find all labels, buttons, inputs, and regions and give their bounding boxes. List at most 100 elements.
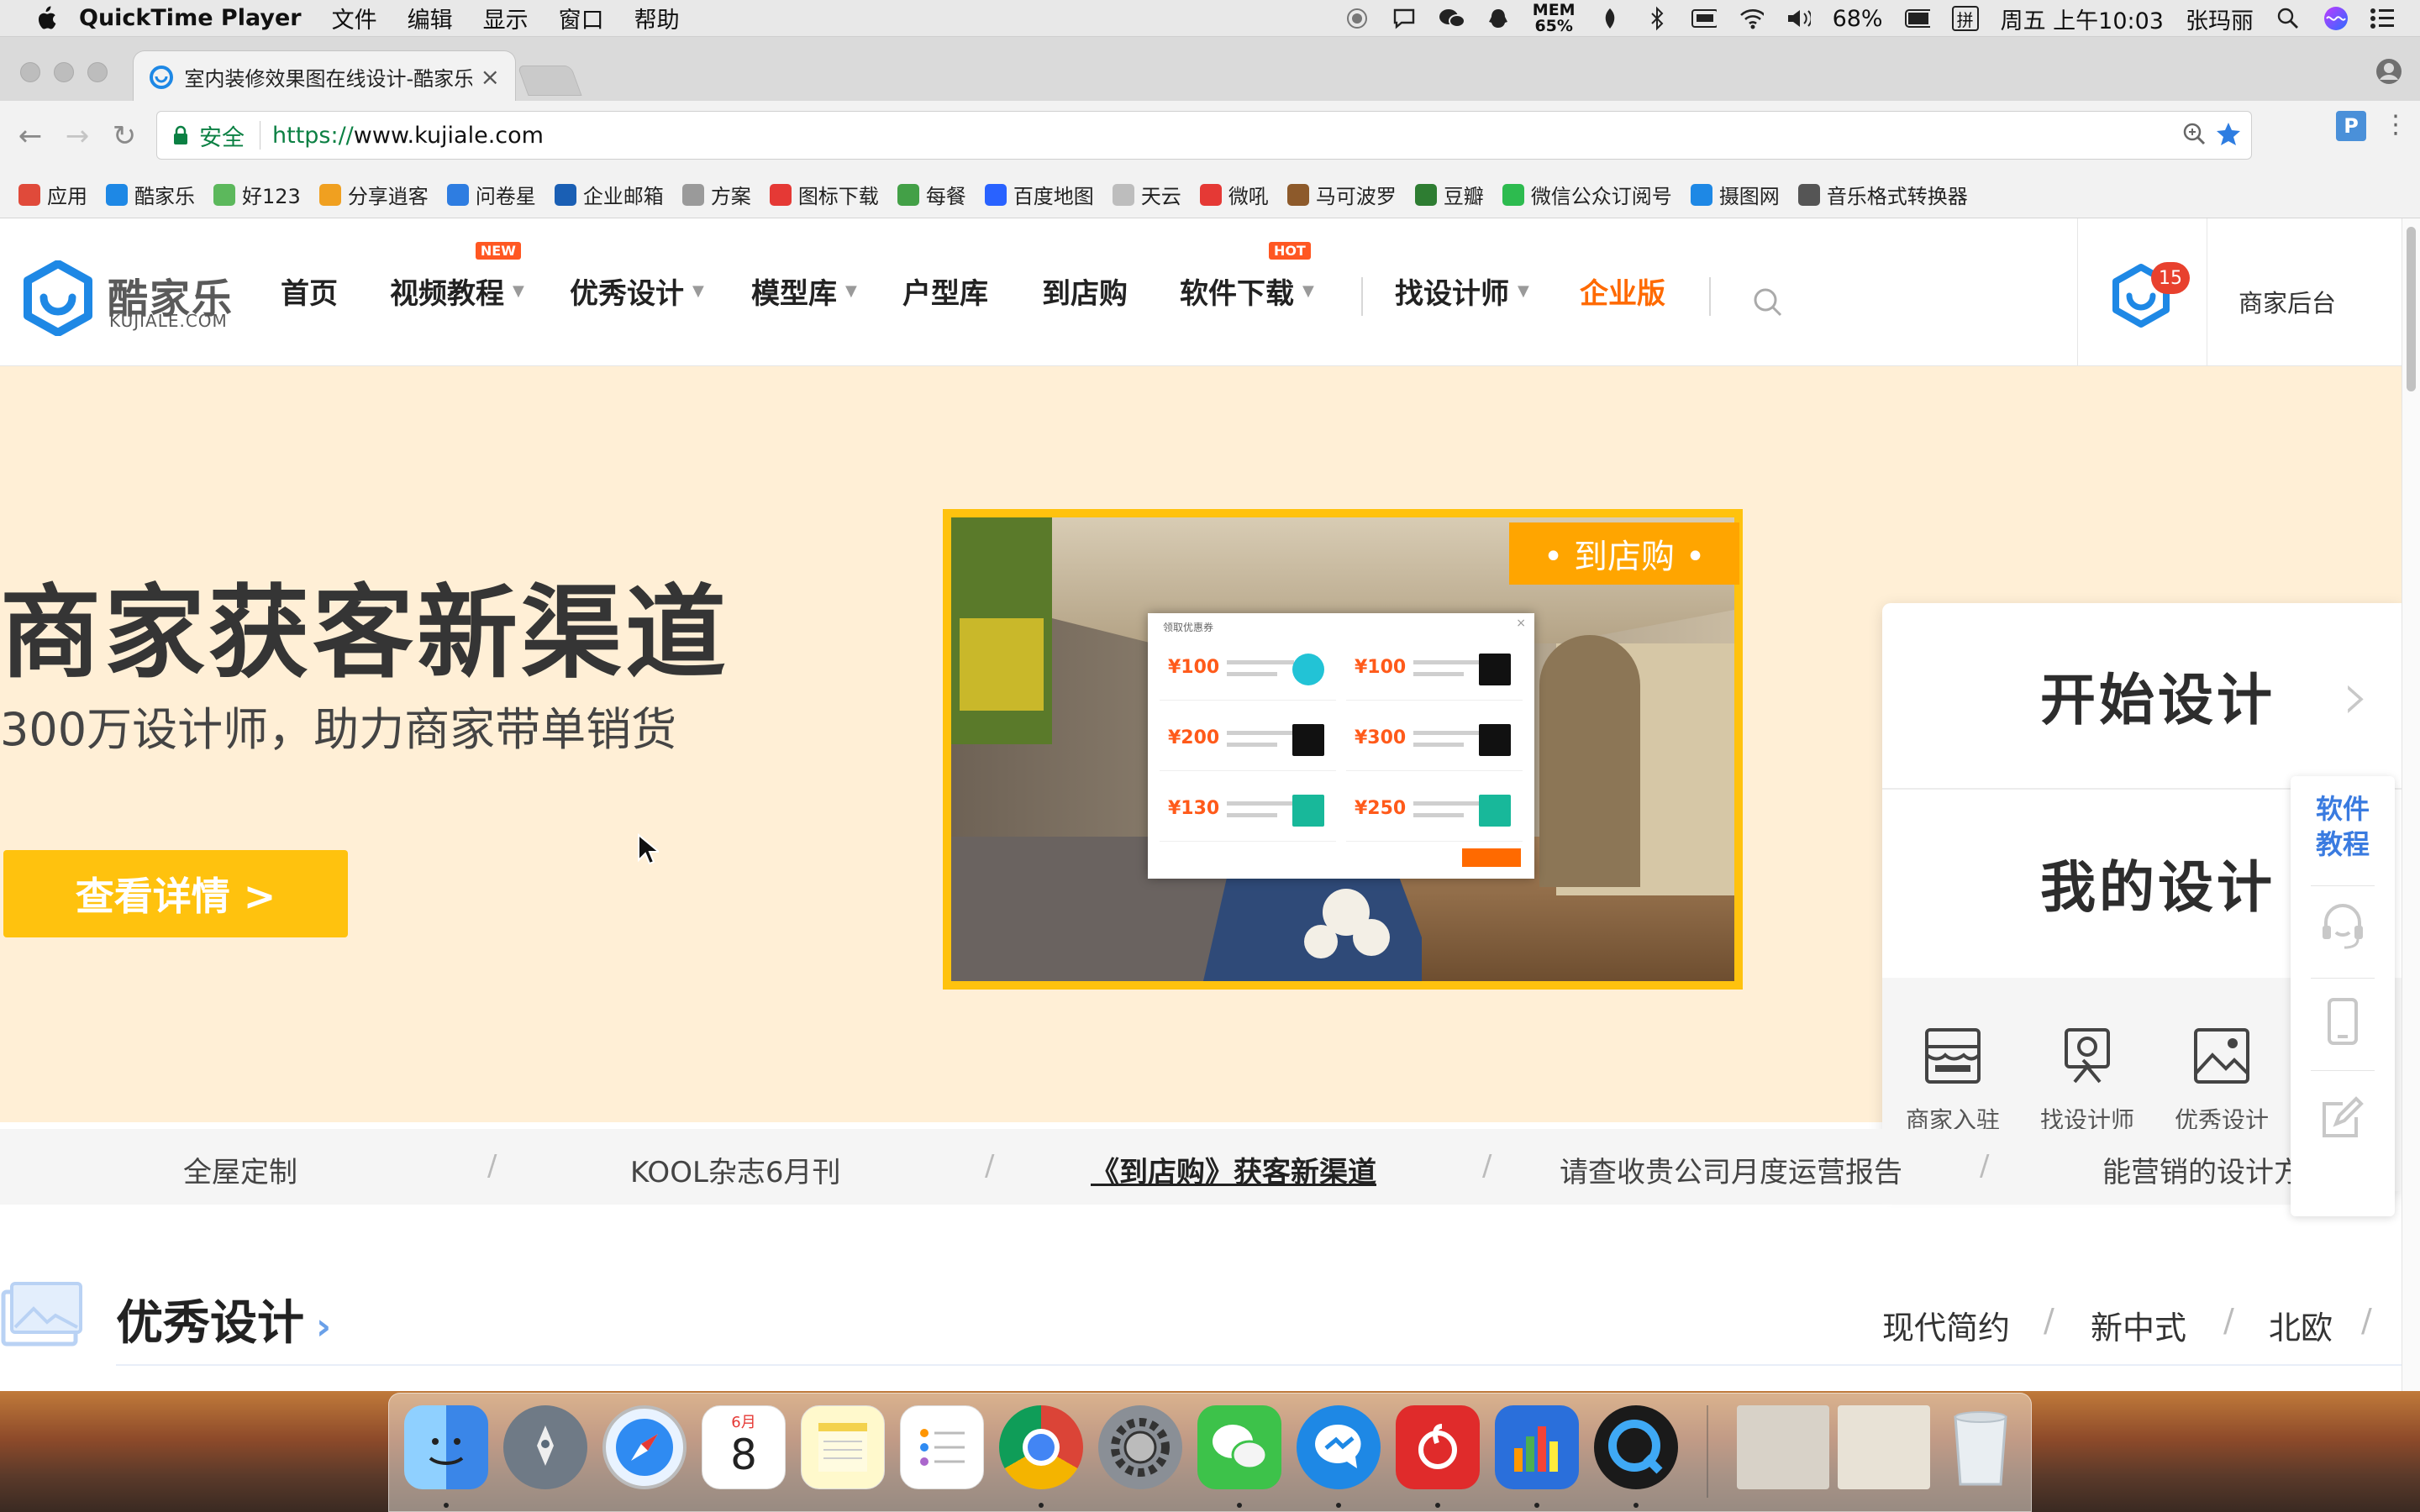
siri-icon[interactable] [2323, 6, 2348, 31]
wechat-tray-icon[interactable] [1439, 6, 1464, 31]
ticker-item[interactable]: 全屋定制 [183, 1149, 297, 1190]
bookmark-item[interactable]: 好123 [213, 180, 301, 209]
ticker-item[interactable]: 请查收贵公司月度运营报告 [1560, 1149, 1902, 1190]
style-tab-nordic[interactable]: 北欧 [2269, 1302, 2333, 1348]
clock[interactable]: 周五 上午10:03 [2001, 3, 2164, 35]
menu-help[interactable]: 帮助 [634, 2, 680, 34]
wechat-icon[interactable] [1197, 1405, 1281, 1489]
launchpad-icon[interactable] [503, 1405, 587, 1489]
chat-bubble-icon[interactable] [1392, 6, 1417, 31]
nav-item[interactable]: 软件下载 ▼ HOT [1180, 242, 1314, 312]
nav-item[interactable]: 户型库 [902, 270, 988, 312]
nav-item[interactable]: 模型库 ▼ [751, 270, 857, 312]
leaf-icon[interactable] [1597, 6, 1623, 31]
netease-music-icon[interactable] [1396, 1405, 1480, 1489]
safari-icon[interactable] [602, 1405, 687, 1489]
merchant-join-link[interactable]: 商家入驻 [1894, 1026, 2012, 1136]
quicktime-icon[interactable] [1594, 1405, 1678, 1489]
nav-item[interactable]: 优秀设计 ▼ [570, 270, 704, 312]
excellent-design-link[interactable]: 优秀设计 [2163, 1026, 2281, 1136]
menu-edit[interactable]: 编辑 [408, 2, 453, 34]
close-window-icon[interactable] [20, 62, 40, 82]
view-details-button[interactable]: 查看详情 > [3, 850, 348, 937]
bookmark-item[interactable]: 方案 [681, 180, 751, 209]
section-title[interactable]: 优秀设计 › [116, 1285, 331, 1353]
keynote-charts-icon[interactable] [1495, 1405, 1579, 1489]
page-scrollbar[interactable] [2402, 218, 2420, 1391]
minimize-window-icon[interactable] [54, 62, 74, 82]
record-icon[interactable] [1344, 6, 1370, 31]
kujiale-logo[interactable]: 酷家乐 KUJIALE.COM [20, 260, 247, 337]
reminders-icon[interactable] [900, 1405, 984, 1489]
ticker-item-active[interactable]: 《到店购》获客新渠道 [1091, 1149, 1376, 1190]
notes-icon[interactable] [801, 1405, 885, 1489]
messenger-icon[interactable] [1297, 1405, 1381, 1489]
menu-window[interactable]: 窗口 [559, 2, 604, 34]
spotlight-icon[interactable] [2275, 6, 2301, 31]
tablet-icon[interactable] [2317, 996, 2368, 1047]
user-name[interactable]: 张玛丽 [2186, 3, 2254, 35]
bookmark-item[interactable]: 音乐格式转换器 [1797, 180, 1968, 209]
address-bar[interactable]: 安全 https://www.kujiale.com [156, 111, 2252, 160]
zoom-window-icon[interactable] [87, 62, 108, 82]
bookmark-item[interactable]: 微吼 [1199, 180, 1269, 209]
keyboard-icon[interactable] [1691, 6, 1717, 31]
ticker-item[interactable]: KOOL杂志6月刊 [630, 1149, 841, 1190]
bluetooth-icon[interactable] [1644, 6, 1670, 31]
finder-icon[interactable] [404, 1405, 488, 1489]
find-designer-link[interactable]: 找设计师 [2028, 1026, 2146, 1136]
scrollbar-thumb[interactable] [2407, 227, 2416, 391]
calendar-icon[interactable]: 6月 8 [702, 1405, 786, 1489]
forward-icon[interactable]: → [59, 118, 96, 155]
bookmark-item[interactable]: 应用 [18, 180, 87, 209]
trash-icon[interactable] [1939, 1405, 2023, 1489]
battery-percent[interactable]: 68% [1833, 6, 1883, 32]
new-tab-button[interactable] [517, 66, 582, 96]
hero-banner[interactable]: 商家获客新渠道 300万设计师，助力商家带单销货 查看详情 > • 到店购 • … [0, 366, 2402, 1191]
bookmark-item[interactable]: 天云 [1112, 180, 1181, 209]
search-icon[interactable] [1751, 286, 1785, 319]
start-design-row[interactable]: 开始设计 › [1882, 603, 2402, 790]
bookmark-item[interactable]: 分享逍客 [318, 180, 429, 209]
back-icon[interactable]: ← [12, 118, 49, 155]
bookmark-item[interactable]: 摄图网 [1690, 180, 1780, 209]
browser-tab-active[interactable]: 室内装修效果图在线设计-酷家乐 × [133, 50, 516, 102]
extension-p-icon[interactable]: P [2336, 111, 2366, 141]
screenshot-stack-icon[interactable] [1838, 1405, 1930, 1489]
qq-tray-icon[interactable] [1486, 6, 1511, 31]
battery-icon[interactable] [1904, 6, 1930, 31]
zoom-icon[interactable] [2182, 122, 2207, 153]
menu-view[interactable]: 显示 [483, 2, 529, 34]
bookmark-item[interactable]: 马可波罗 [1286, 180, 1397, 209]
bookmark-item[interactable]: 问卷星 [446, 180, 536, 209]
browser-menu-icon[interactable]: ⋮ [2383, 111, 2408, 144]
volume-icon[interactable] [1786, 6, 1811, 31]
document-thumbnail-icon[interactable] [1737, 1405, 1829, 1489]
chrome-icon[interactable] [999, 1405, 1083, 1489]
notification-badge[interactable]: 15 [2151, 262, 2190, 294]
bookmark-item[interactable]: 每餐 [897, 180, 966, 209]
nav-item[interactable]: 到店购 [1042, 270, 1128, 312]
bookmark-star-icon[interactable] [2214, 120, 2243, 155]
menu-file[interactable]: 文件 [332, 2, 377, 34]
style-tab-modern[interactable]: 现代简约 [1882, 1302, 2010, 1348]
nav-item[interactable]: 找设计师 ▼ [1395, 270, 1529, 312]
customer-service-icon[interactable] [2317, 900, 2368, 951]
app-name[interactable]: QuickTime Player [79, 5, 302, 31]
close-tab-icon[interactable]: × [481, 63, 500, 91]
nav-enterprise[interactable]: 企业版 [1580, 270, 1665, 312]
bookmark-item[interactable]: 酷家乐 [106, 180, 195, 209]
input-method-icon[interactable]: 拼 [1951, 6, 1979, 31]
nav-item[interactable]: 首页 [281, 270, 338, 312]
notification-center-icon[interactable] [2370, 6, 2395, 31]
style-tab-new-chinese[interactable]: 新中式 [2091, 1302, 2186, 1348]
profile-icon[interactable] [2375, 57, 2403, 86]
apple-menu-icon[interactable] [34, 5, 57, 32]
ticker-item[interactable]: 能营销的设计方 [2102, 1149, 2292, 1190]
bookmark-item[interactable]: 企业邮箱 [554, 180, 664, 209]
nav-item[interactable]: 视频教程 ▼ NEW [390, 242, 524, 312]
feedback-edit-icon[interactable] [2317, 1092, 2368, 1142]
bookmark-item[interactable]: 图标下载 [769, 180, 879, 209]
wifi-icon[interactable] [1739, 6, 1764, 31]
software-tutorial-link[interactable]: 软件教程 [2291, 791, 2395, 862]
